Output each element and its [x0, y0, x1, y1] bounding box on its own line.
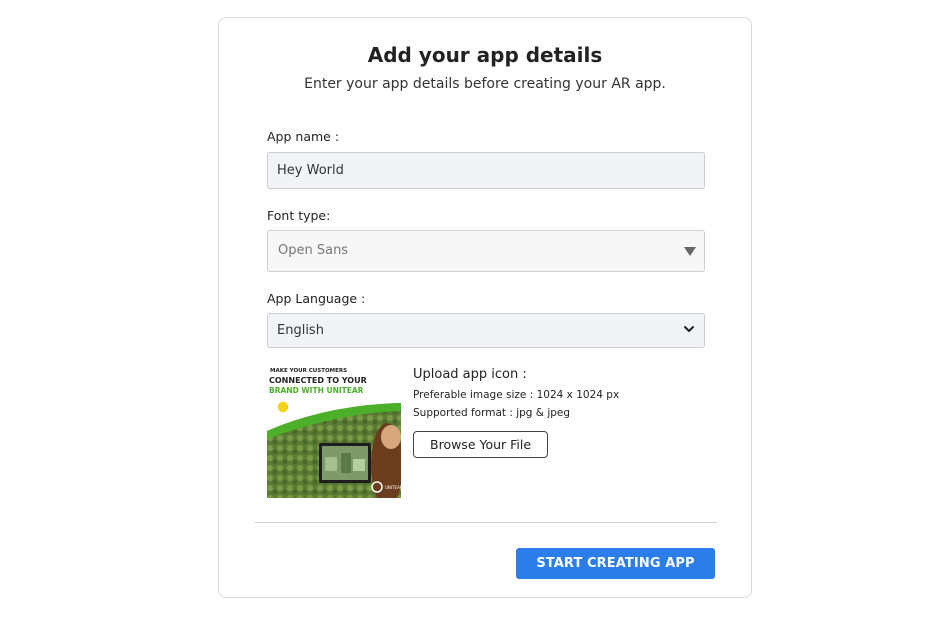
caret-down-icon [684, 247, 696, 256]
app-icon-preview: MAKE YOUR CUSTOMERS CONNECTED TO YOUR BR… [267, 365, 401, 498]
font-type-label: Font type: [267, 208, 331, 223]
page-title: Add your app details [367, 43, 603, 67]
app-details-card: Add your app details Enter your app deta… [218, 17, 752, 598]
preview-text-line2: CONNECTED TO YOUR [269, 376, 367, 385]
chevron-down-icon [684, 326, 694, 332]
app-language-value: English [277, 323, 324, 338]
format-label: Supported format : [413, 407, 517, 419]
image-size-value: 1024 x 1024 px [536, 389, 620, 401]
page-subtitle: Enter your app details before creating y… [304, 76, 666, 92]
image-size-label: Preferable image size : [413, 389, 537, 401]
app-name-input[interactable]: Hey World [267, 152, 705, 189]
image-size-hint: Preferable image size : 1024 x 1024 px [413, 389, 619, 401]
browse-file-button[interactable]: Browse Your File [413, 431, 549, 458]
start-creating-app-button[interactable]: START CREATING APP [516, 548, 715, 579]
app-language-label: App Language : [267, 291, 366, 306]
svg-text:UNITEAR: UNITEAR [385, 485, 401, 490]
upload-title: Upload app icon : [413, 367, 527, 382]
app-icon-preview-image: MAKE YOUR CUSTOMERS CONNECTED TO YOUR BR… [267, 365, 401, 498]
app-name-label: App name : [267, 129, 340, 144]
format-hint: Supported format : jpg & jpeg [413, 407, 619, 419]
preview-text-line1: MAKE YOUR CUSTOMERS [270, 368, 347, 374]
app-language-select[interactable]: English [267, 313, 705, 348]
format-value: jpg & jpeg [516, 407, 571, 419]
font-type-value: Open Sans [278, 243, 349, 258]
divider [255, 522, 717, 523]
preview-text-line3: BRAND WITH UNITEAR [269, 386, 364, 395]
font-type-select[interactable]: Open Sans [267, 230, 705, 272]
upload-section: Upload app icon : Preferable image size … [413, 367, 619, 458]
